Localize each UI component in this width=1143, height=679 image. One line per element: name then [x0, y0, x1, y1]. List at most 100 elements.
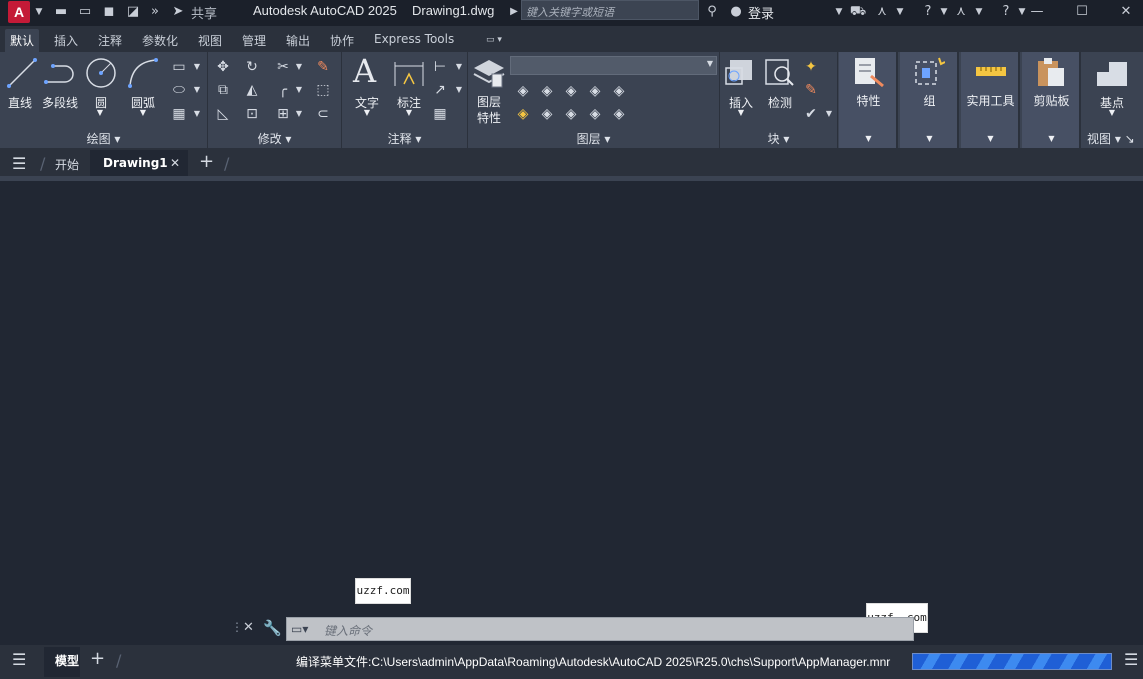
command-close-icon[interactable]: ✕: [243, 620, 254, 635]
offset-icon[interactable]: ⊂: [314, 105, 332, 123]
layer-freeze-icon[interactable]: ◈: [562, 82, 580, 100]
menu-icon[interactable]: ☰: [12, 154, 26, 173]
circle-icon[interactable]: [84, 56, 118, 90]
help-dropdown-icon[interactable]: ▼: [935, 3, 953, 21]
tab-collaborate[interactable]: 协作: [330, 32, 354, 49]
move-icon[interactable]: ✥: [214, 58, 232, 76]
draw-panel-title[interactable]: 绘图 ▾: [0, 130, 207, 148]
ellipse-dropdown-icon[interactable]: ▼: [188, 81, 206, 99]
explode-icon[interactable]: ⬚: [314, 81, 332, 99]
tab-output[interactable]: 输出: [286, 32, 310, 49]
annotation-panel-title[interactable]: 注释 ▾: [342, 130, 467, 148]
tab-express-tools[interactable]: Express Tools: [374, 32, 454, 46]
groups-panel[interactable]: 组 ▼: [900, 52, 959, 148]
tab-view[interactable]: 视图: [198, 32, 222, 49]
more-tools-icon[interactable]: »: [146, 3, 164, 21]
command-grip-icon[interactable]: ⋮: [231, 620, 243, 634]
table-icon[interactable]: ▦: [431, 105, 449, 123]
tab-insert[interactable]: 插入: [54, 32, 78, 49]
fillet-dropdown-icon[interactable]: ▼: [290, 81, 308, 99]
layer-isolate-icon[interactable]: ◈: [538, 82, 556, 100]
layer-off-icon[interactable]: ◈: [514, 82, 532, 100]
line-button[interactable]: 直线: [4, 94, 36, 111]
dimension-icon[interactable]: [392, 58, 426, 90]
hatch-icon[interactable]: ▦: [170, 105, 188, 123]
layer-dropdown[interactable]: ▼: [510, 56, 717, 75]
command-line[interactable]: ▭▾ 键入命令: [286, 617, 914, 641]
drawing-canvas[interactable]: [0, 181, 1143, 641]
tab-start[interactable]: 开始: [55, 156, 79, 173]
edit-block-icon[interactable]: ✎: [802, 81, 820, 99]
inspect-button[interactable]: 检测: [761, 94, 799, 111]
layer-previous-icon[interactable]: ◈: [538, 105, 556, 123]
hatch-dropdown-icon[interactable]: ▼: [188, 105, 206, 123]
status-customize-icon[interactable]: ☰: [1124, 650, 1138, 669]
polyline-button[interactable]: 多段线: [40, 94, 80, 111]
view-panel-title[interactable]: 视图 ▾ ↘: [1083, 130, 1143, 148]
app-menu-chevron-icon[interactable]: ▼: [30, 3, 48, 21]
rotate-icon[interactable]: ↻: [243, 58, 261, 76]
layer-dropdown-chevron-icon[interactable]: ▼: [707, 59, 713, 68]
add-layout-icon[interactable]: +: [90, 648, 105, 669]
utilities-panel[interactable]: 实用工具 ▼: [961, 52, 1020, 148]
command-history-icon[interactable]: ▭▾: [291, 622, 308, 636]
open-folder-icon[interactable]: ▭: [76, 3, 94, 21]
arc-icon[interactable]: [126, 56, 160, 90]
autodesk-app-icon[interactable]: ⋏: [873, 3, 891, 21]
close-tab-icon[interactable]: ✕: [170, 156, 180, 170]
block-panel-title[interactable]: 块 ▾: [720, 130, 837, 148]
share-label[interactable]: 共享: [191, 3, 217, 22]
tab-drawing1[interactable]: Drawing1: [103, 156, 168, 170]
tab-parametric[interactable]: 参数化: [142, 32, 178, 49]
stretch-icon[interactable]: ◺: [214, 105, 232, 123]
trim-dropdown-icon[interactable]: ▼: [290, 58, 308, 76]
layer-thaw-icon[interactable]: ◈: [562, 105, 580, 123]
ellipse-icon[interactable]: ⬭: [170, 81, 188, 99]
insert-dropdown-icon[interactable]: ▼: [735, 108, 747, 117]
rectangle-icon[interactable]: ▭: [170, 58, 188, 76]
close-icon[interactable]: ✕: [1117, 3, 1135, 21]
command-input[interactable]: 键入命令: [324, 622, 372, 639]
properties-panel[interactable]: 特性 ▼: [839, 52, 898, 148]
mirror-icon[interactable]: ◭: [243, 81, 261, 99]
login-dropdown-icon[interactable]: ▼: [830, 3, 848, 21]
search-input[interactable]: 键入关键字或短语: [521, 0, 699, 20]
layers-panel-title[interactable]: 图层 ▾: [468, 130, 719, 148]
save-icon[interactable]: ◼: [100, 3, 118, 21]
maximize-icon[interactable]: ☐: [1073, 3, 1091, 21]
edit-attributes-dropdown-icon[interactable]: ▼: [820, 105, 838, 123]
tab-manage[interactable]: 管理: [242, 32, 266, 49]
layout-menu-icon[interactable]: ☰: [12, 650, 26, 669]
base-view-icon[interactable]: [1095, 60, 1129, 88]
customize-wrench-icon[interactable]: 🔧: [263, 619, 282, 637]
share-icon[interactable]: ➤: [169, 3, 187, 21]
base-dropdown-icon[interactable]: ▼: [1106, 108, 1118, 117]
insert-block-icon[interactable]: [724, 56, 758, 88]
autodesk-account-icon[interactable]: ⋏: [952, 3, 970, 21]
text-dropdown-icon[interactable]: ▼: [361, 108, 373, 117]
circle-dropdown-icon[interactable]: ▼: [94, 108, 106, 117]
create-block-icon[interactable]: ✦: [802, 58, 820, 76]
erase-icon[interactable]: ✎: [314, 58, 332, 76]
layer-properties-button[interactable]: 图层 特性: [470, 94, 508, 126]
layer-make-current-icon[interactable]: ◈: [514, 105, 532, 123]
linear-dimension-icon[interactable]: ⊢: [431, 58, 449, 76]
dimension-dropdown-icon[interactable]: ▼: [403, 108, 415, 117]
app-dropdown-icon[interactable]: ▼: [891, 3, 909, 21]
text-icon[interactable]: A: [353, 52, 376, 90]
cart-icon[interactable]: ⛟: [849, 3, 867, 21]
layer-unlock-icon[interactable]: ◈: [586, 105, 604, 123]
search-icon[interactable]: ⚲: [703, 3, 721, 21]
layer-properties-icon[interactable]: [472, 56, 506, 88]
new-tab-icon[interactable]: +: [199, 151, 214, 172]
line-icon[interactable]: [6, 56, 38, 90]
tab-annotate[interactable]: 注释: [98, 32, 122, 49]
modify-panel-title[interactable]: 修改 ▾: [208, 130, 341, 148]
scale-icon[interactable]: ⊡: [243, 105, 261, 123]
edit-attributes-icon[interactable]: ✔: [802, 105, 820, 123]
layer-walk-icon[interactable]: ◈: [610, 105, 628, 123]
array-dropdown-icon[interactable]: ▼: [290, 105, 308, 123]
leader-icon[interactable]: ↗: [431, 81, 449, 99]
user-icon[interactable]: ●: [727, 3, 745, 21]
layer-match-icon[interactable]: ◈: [610, 82, 628, 100]
